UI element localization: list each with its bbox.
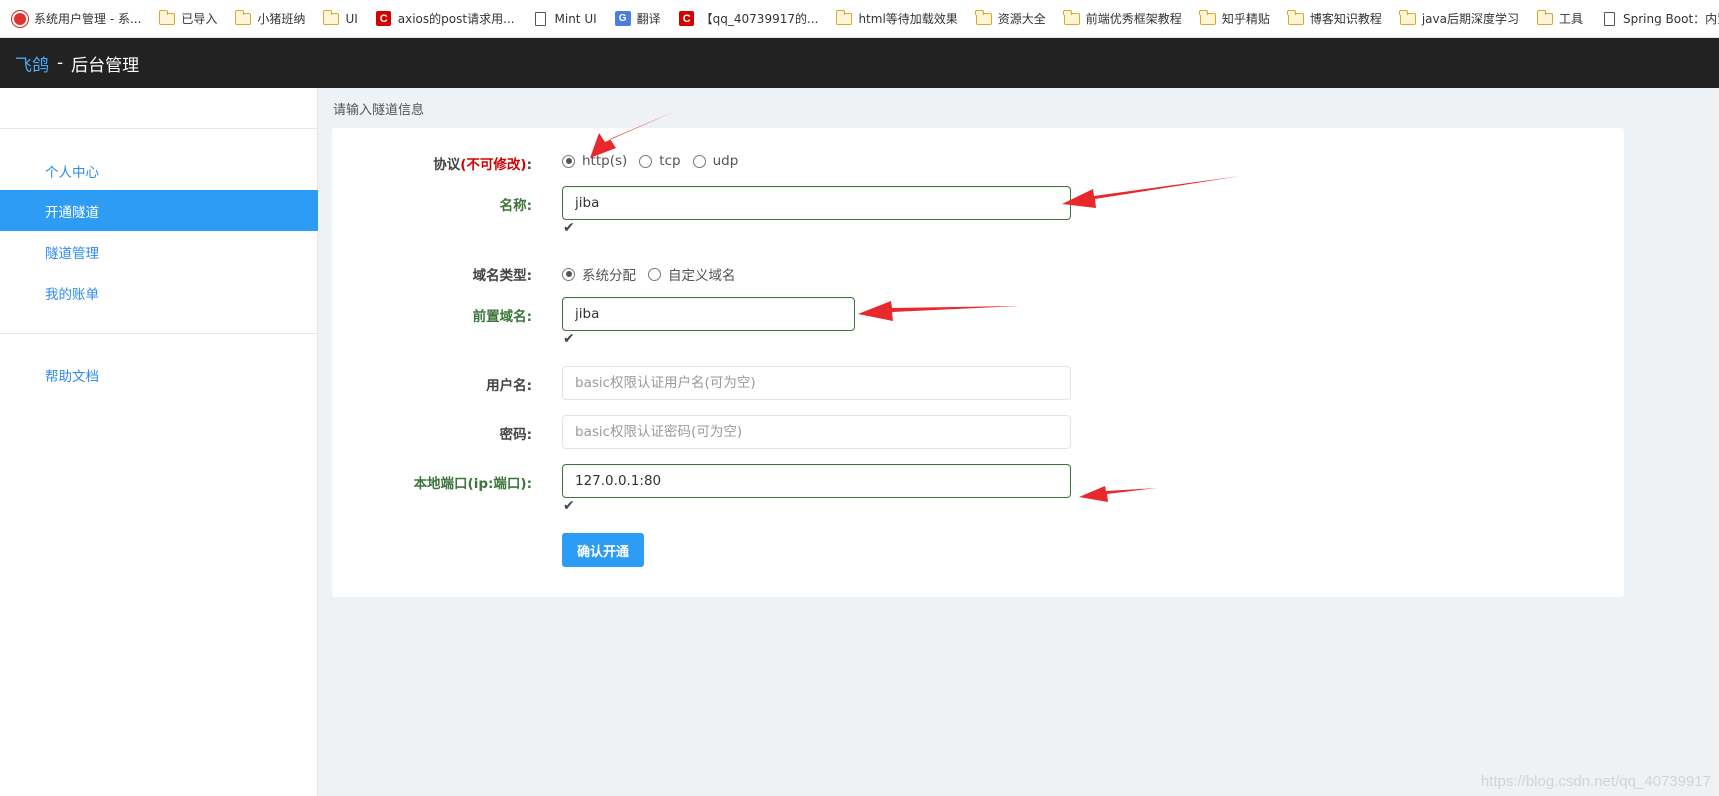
bookmark-item[interactable]: 知乎精贴 bbox=[1199, 9, 1270, 27]
radio-checked-icon bbox=[562, 267, 575, 281]
protocol-option-tcp[interactable]: tcp bbox=[639, 153, 681, 169]
bookmark-item[interactable]: Mint UI bbox=[533, 11, 597, 27]
bookmark-item[interactable]: 小猪班纳 bbox=[234, 9, 305, 27]
check-icon: ✔ bbox=[563, 498, 575, 514]
sidebar-item-my-bills[interactable]: 我的账单 bbox=[0, 272, 318, 313]
bookmarks-bar: 系统用户管理 - 系... 已导入 小猪班纳 UI Caxios的post请求用… bbox=[0, 0, 1719, 38]
bookmark-item[interactable]: 博客知识教程 bbox=[1287, 9, 1382, 27]
bookmark-item[interactable]: 资源大全 bbox=[975, 9, 1046, 27]
brand-separator: - bbox=[57, 53, 64, 73]
csdn-icon: C bbox=[679, 11, 695, 27]
radio-checked-icon bbox=[562, 154, 575, 168]
section-title: 请输入隧道信息 bbox=[333, 103, 425, 118]
bookmark-item[interactable]: java后期深度学习 bbox=[1399, 9, 1519, 27]
folder-icon bbox=[1063, 9, 1080, 27]
sidebar-item-profile[interactable]: 个人中心 bbox=[0, 150, 318, 191]
bookmark-item[interactable]: G 翻译 bbox=[614, 10, 661, 27]
bookmark-item[interactable]: UI bbox=[322, 9, 358, 27]
top-header: 飞鸽 - 后台管理 bbox=[0, 38, 1719, 88]
bookmark-item[interactable]: C 【qq_40739917的... bbox=[679, 10, 818, 27]
domain-type-option-custom[interactable]: 自定义域名 bbox=[648, 264, 736, 284]
username-input[interactable] bbox=[562, 366, 1071, 400]
domain-type-label: 域名类型: bbox=[472, 268, 532, 284]
not-editable-note: (不可修改) bbox=[460, 157, 527, 173]
sidebar-item-help-docs[interactable]: 帮助文档 bbox=[0, 354, 318, 395]
folder-icon bbox=[322, 9, 340, 27]
sidebar: 个人中心 开通隧道 隧道管理 我的账单 帮助文档 bbox=[0, 88, 318, 796]
confirm-open-button[interactable]: 确认开通 bbox=[562, 533, 644, 567]
local-port-label: 本地端口(ip:端口): bbox=[413, 476, 532, 492]
check-icon: ✔ bbox=[563, 220, 575, 236]
prefix-domain-label: 前置域名: bbox=[472, 309, 532, 325]
bookmark-item[interactable]: Spring Boot：内置 bbox=[1601, 10, 1719, 27]
password-input[interactable] bbox=[562, 415, 1071, 449]
app-icon bbox=[12, 10, 28, 27]
protocol-label: 协议(不可修改): bbox=[433, 157, 532, 173]
sidebar-divider bbox=[0, 128, 318, 129]
bookmark-item[interactable]: Caxios的post请求用... bbox=[376, 10, 515, 27]
local-port-input[interactable] bbox=[562, 464, 1071, 498]
protocol-option-https[interactable]: http(s) bbox=[562, 153, 627, 169]
folder-icon bbox=[1199, 9, 1216, 27]
folder-icon bbox=[975, 9, 992, 27]
csdn-icon: C bbox=[376, 11, 392, 27]
page-icon bbox=[533, 11, 549, 27]
sidebar-item-tunnel-management[interactable]: 隧道管理 bbox=[0, 231, 318, 272]
folder-icon bbox=[234, 9, 252, 27]
brand-subtitle: 后台管理 bbox=[71, 55, 140, 76]
protocol-option-udp[interactable]: udp bbox=[692, 153, 738, 169]
name-label: 名称: bbox=[499, 198, 532, 214]
username-label: 用户名: bbox=[486, 378, 532, 394]
radio-unchecked-icon bbox=[648, 267, 661, 281]
folder-icon bbox=[1287, 9, 1304, 27]
bookmark-item[interactable]: 已导入 bbox=[158, 9, 217, 27]
domain-type-radio-group: 系统分配 自定义域名 bbox=[562, 264, 748, 284]
radio-unchecked-icon bbox=[692, 154, 706, 168]
bookmark-item[interactable]: 工具 bbox=[1536, 9, 1583, 27]
folder-icon bbox=[835, 9, 853, 27]
name-input[interactable] bbox=[562, 186, 1071, 220]
page-icon bbox=[1601, 11, 1617, 27]
bookmark-item[interactable]: html等待加载效果 bbox=[835, 9, 958, 27]
watermark-text: https://blog.csdn.net/qq_40739917 bbox=[1480, 773, 1711, 790]
bookmark-item[interactable]: 系统用户管理 - 系... bbox=[12, 10, 141, 27]
check-icon: ✔ bbox=[563, 331, 575, 347]
protocol-radio-group: http(s) tcp udp bbox=[562, 153, 750, 169]
radio-unchecked-icon bbox=[639, 154, 653, 168]
bookmark-item[interactable]: 前端优秀框架教程 bbox=[1063, 9, 1182, 27]
domain-type-option-system[interactable]: 系统分配 bbox=[562, 264, 636, 284]
translate-icon: G bbox=[614, 11, 631, 27]
folder-icon bbox=[158, 9, 176, 27]
prefix-domain-input[interactable] bbox=[562, 297, 855, 331]
password-label: 密码: bbox=[499, 427, 532, 443]
folder-icon bbox=[1399, 9, 1416, 27]
folder-icon bbox=[1536, 9, 1553, 27]
sidebar-item-open-tunnel[interactable]: 开通隧道 bbox=[0, 190, 318, 231]
brand-logo-text[interactable]: 飞鸽 bbox=[15, 51, 49, 76]
sidebar-divider bbox=[0, 333, 318, 334]
